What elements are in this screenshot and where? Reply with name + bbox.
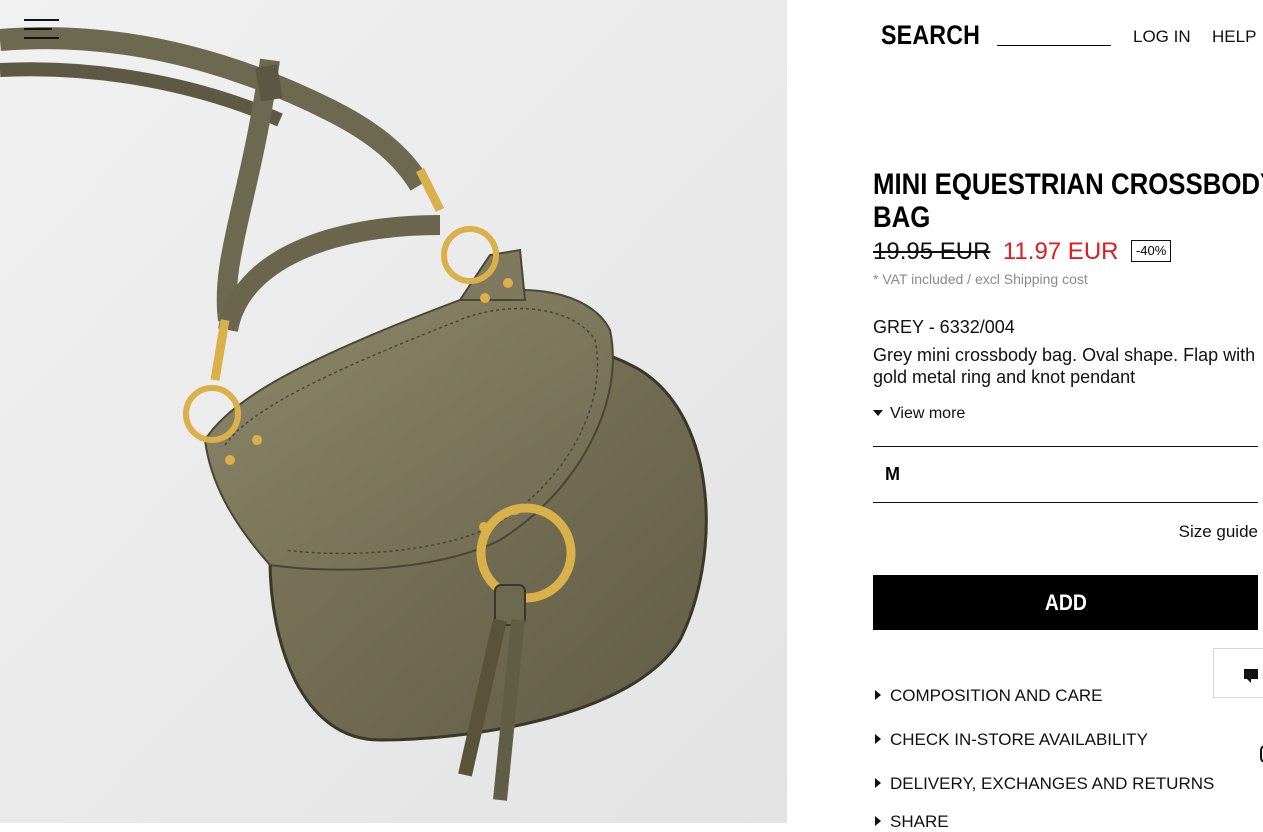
menu-icon-bar: [24, 28, 52, 30]
view-more-label: View more: [890, 405, 966, 422]
price-row: 19.95 EUR 11.97 EUR -40%: [873, 238, 1172, 268]
add-button-label: ADD: [1044, 589, 1087, 615]
help-link[interactable]: HELP: [1212, 27, 1256, 47]
accordion-label: DELIVERY, EXCHANGES AND RETURNS: [890, 774, 1215, 793]
accordion-label: SHARE: [890, 812, 949, 831]
add-to-cart-button[interactable]: ADD: [873, 575, 1258, 630]
product-title: MINI EQUESTRIAN CROSSBODY BAG: [873, 168, 1263, 234]
selected-size: M: [885, 464, 900, 484]
menu-icon-bar: [24, 37, 59, 39]
product-description: Grey mini crossbody bag. Oval shape. Fla…: [873, 345, 1256, 387]
view-more-caret-icon: [873, 410, 883, 416]
accordion-caret-icon: [875, 778, 881, 788]
login-link[interactable]: LOG IN: [1133, 27, 1191, 47]
accordion-label: COMPOSITION AND CARE: [890, 686, 1103, 705]
old-price: 19.95 EUR: [873, 238, 991, 265]
accordion-caret-icon: [875, 816, 881, 826]
search-input-underline[interactable]: [997, 45, 1111, 46]
search-button[interactable]: SEARCH: [881, 20, 980, 51]
accordion-composition-care[interactable]: COMPOSITION AND CARE: [875, 686, 1103, 706]
product-title-line: MINI EQUESTRIAN CROSSBODY: [873, 168, 1263, 201]
accordion-delivery-returns[interactable]: DELIVERY, EXCHANGES AND RETURNS: [875, 774, 1214, 794]
size-guide-link[interactable]: Size guide: [1179, 522, 1258, 542]
accordion-label: CHECK IN-STORE AVAILABILITY: [890, 730, 1148, 749]
view-more-toggle[interactable]: View more: [873, 405, 965, 423]
product-image: [0, 0, 787, 823]
menu-icon-bar: [24, 19, 59, 21]
chat-icon: [1244, 669, 1258, 683]
sale-price: 11.97 EUR: [1002, 238, 1119, 265]
color-reference: GREY - 6332/004: [873, 317, 1015, 337]
vat-note: * VAT included / excl Shipping cost: [873, 271, 1088, 287]
discount-badge: -40%: [1130, 240, 1172, 262]
bag-illustration: [0, 0, 787, 823]
accordion-caret-icon: [875, 734, 881, 744]
menu-icon[interactable]: [24, 18, 59, 40]
accordion-caret-icon: [875, 690, 881, 700]
accordion-store-availability[interactable]: CHECK IN-STORE AVAILABILITY: [875, 730, 1148, 750]
chat-button[interactable]: [1213, 648, 1263, 698]
size-selector[interactable]: M: [873, 446, 1258, 503]
accordion-share[interactable]: SHARE: [875, 812, 949, 832]
product-title-line: BAG: [873, 201, 931, 234]
